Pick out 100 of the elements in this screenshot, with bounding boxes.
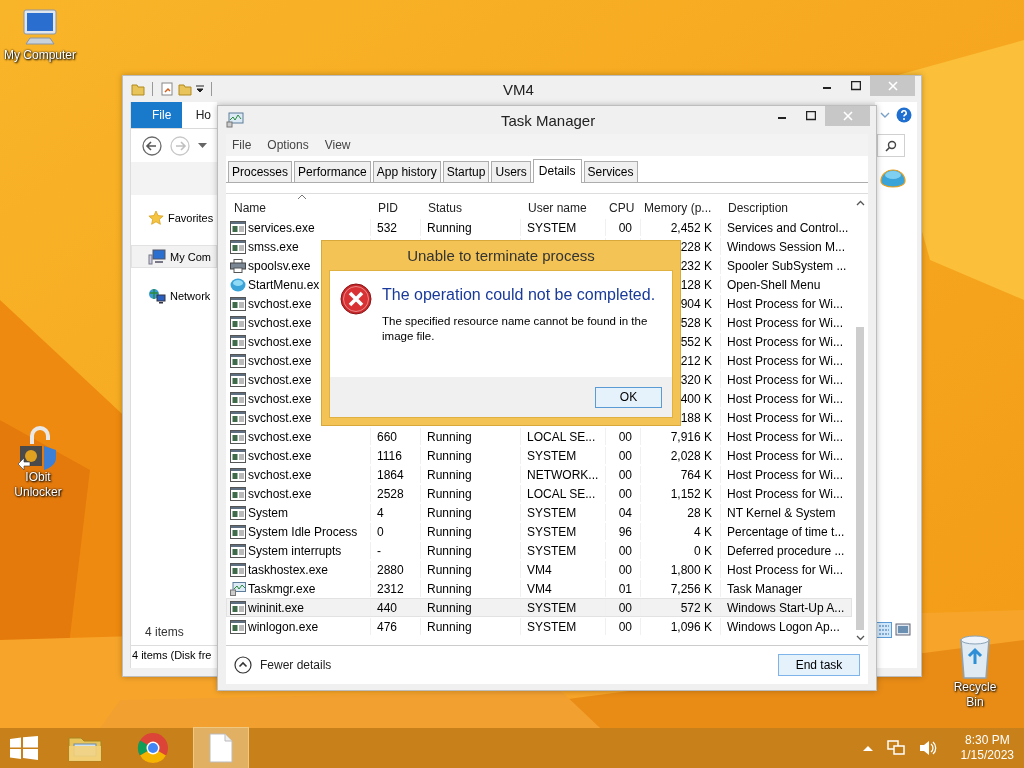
large-icons-view-icon[interactable]	[894, 622, 911, 638]
table-cell: 2,028 K	[670, 448, 712, 463]
process-row[interactable]: svchost.exe 1864 Running NETWORK... 00 764 K Host Process for Wi...	[226, 465, 852, 484]
app-window-icon	[230, 467, 246, 482]
table-cell: System	[248, 505, 288, 520]
ok-button[interactable]: OK	[595, 386, 662, 408]
table-cell: SYSTEM	[527, 543, 577, 558]
start-button[interactable]	[10, 736, 38, 760]
table-cell: Running	[427, 467, 472, 482]
properties-icon[interactable]	[160, 82, 174, 96]
tab[interactable]: Details	[532, 159, 582, 183]
table-cell: 00	[618, 543, 632, 558]
tab[interactable]: Services	[583, 161, 638, 182]
table-cell: 00	[618, 220, 632, 235]
search-field[interactable]	[877, 134, 905, 157]
table-cell: NETWORK...	[527, 467, 599, 482]
process-row[interactable]: taskhostex.exe 2880 Running VM4 00 1,800 K Host Process for Wi...	[226, 560, 852, 579]
table-cell: 764 K	[680, 467, 712, 482]
nav-pane-item[interactable]: My Com	[131, 245, 217, 268]
column-header[interactable]: Memory (p...	[640, 194, 720, 218]
table-cell: Host Process for Wi...	[727, 315, 844, 330]
tab[interactable]: Startup	[442, 161, 490, 182]
fewer-details-link[interactable]: Fewer details	[234, 656, 332, 674]
nav-pane-item[interactable]: Favorites	[131, 206, 217, 229]
forward-button[interactable]	[170, 135, 190, 156]
table-cell: Running	[427, 581, 472, 596]
column-header[interactable]: Description	[720, 194, 846, 218]
menu-item[interactable]: Options	[267, 138, 309, 152]
process-row[interactable]: svchost.exe 1116 Running SYSTEM 00 2,028 K Host Process for Wi...	[226, 446, 852, 465]
process-row[interactable]: services.exe 532 Running SYSTEM 00 2,452 K Services and Control...	[226, 218, 852, 237]
network-icon	[148, 287, 166, 304]
item-count: 4 items	[144, 625, 185, 641]
table-cell: 4	[377, 505, 384, 520]
process-row[interactable]: System interrupts - Running SYSTEM 00 0 K Deferred procedure ...	[226, 541, 852, 560]
table-cell: smss.exe	[248, 239, 299, 254]
column-header[interactable]: Status	[420, 194, 520, 218]
network-icon[interactable]	[886, 740, 905, 756]
table-cell: SYSTEM	[527, 524, 577, 539]
table-cell: 00	[618, 619, 632, 634]
tab[interactable]: Users	[491, 161, 531, 182]
menu-item[interactable]: File	[232, 138, 252, 152]
taskbar-app-button[interactable]	[194, 728, 248, 768]
close-icon	[842, 111, 853, 121]
table-cell: taskhostex.exe	[248, 562, 329, 577]
end-task-button[interactable]: End task	[778, 654, 860, 676]
column-header[interactable]: CPU	[605, 194, 640, 218]
chevron-icon[interactable]	[880, 111, 890, 119]
folder-icon	[68, 734, 102, 762]
menu-item[interactable]: View	[324, 138, 351, 152]
table-cell: 552 K	[680, 334, 712, 349]
process-row[interactable]: winlogon.exe 476 Running SYSTEM 00 1,096 K Windows Logon Ap...	[226, 617, 852, 636]
table-cell: Deferred procedure ...	[727, 543, 845, 558]
column-header[interactable]: PID	[370, 194, 420, 218]
printer-icon	[230, 258, 246, 273]
app-window-icon	[230, 562, 246, 577]
process-row[interactable]: svchost.exe 660 Running LOCAL SE... 00 7,916 K Host Process for Wi...	[226, 427, 852, 446]
folder-icon[interactable]	[131, 82, 145, 96]
process-row[interactable]: System 4 Running SYSTEM 04 28 K NT Kernel & System	[226, 503, 852, 522]
show-hidden-icons-button[interactable]	[862, 745, 873, 751]
nav-pane-item[interactable]: Network	[131, 284, 217, 307]
shell-orb-icon[interactable]	[880, 167, 906, 189]
process-row[interactable]: Taskmgr.exe 2312 Running VM4 01 7,256 K Task Manager	[226, 579, 852, 598]
recent-locations-icon[interactable]	[198, 142, 207, 149]
process-row[interactable]: System Idle Process 0 Running SYSTEM 96 4 K Percentage of time t...	[226, 522, 852, 541]
table-cell: Running	[427, 486, 472, 501]
app-window-icon	[230, 353, 246, 368]
help-icon[interactable]	[896, 107, 912, 123]
table-cell: 528 K	[680, 315, 712, 330]
document-icon	[209, 733, 233, 763]
tab[interactable]: Performance	[294, 161, 371, 182]
table-cell: 2,452 K	[670, 220, 712, 235]
table-cell: svchost.exe	[248, 334, 312, 349]
table-cell: Host Process for Wi...	[727, 562, 844, 577]
table-cell: Host Process for Wi...	[727, 410, 844, 425]
tab[interactable]: Processes	[228, 161, 293, 182]
volume-icon[interactable]	[918, 740, 937, 756]
table-cell: Open-Shell Menu	[727, 277, 821, 292]
close-icon	[887, 81, 898, 91]
table-cell: Running	[427, 562, 472, 577]
scroll-down-icon[interactable]	[855, 635, 865, 641]
ribbon-tab[interactable]: File	[131, 102, 182, 128]
app-window-icon	[230, 486, 246, 501]
search-icon	[885, 139, 897, 152]
process-row[interactable]: wininit.exe 440 Running SYSTEM 00 572 K Windows Start-Up A...	[226, 598, 852, 617]
tab[interactable]: App history	[372, 161, 441, 182]
column-header[interactable]: Name	[226, 194, 370, 218]
table-cell: 1864	[377, 467, 404, 482]
scroll-up-icon[interactable]	[855, 200, 865, 206]
column-header[interactable]: User name	[520, 194, 605, 218]
app-window-icon	[230, 543, 246, 558]
maximize-icon	[805, 111, 816, 121]
table-cell: 228 K	[680, 239, 712, 254]
dropdown-icon[interactable]	[196, 85, 204, 93]
process-row[interactable]: svchost.exe 2528 Running LOCAL SE... 00 1,152 K Host Process for Wi...	[226, 484, 852, 503]
back-button[interactable]	[142, 135, 162, 156]
shell-orb-icon	[230, 277, 246, 292]
table-cell: 00	[618, 562, 632, 577]
ribbon-tab[interactable]: Ho	[181, 102, 217, 128]
table-cell: -	[377, 543, 381, 558]
scrollbar-thumb[interactable]	[856, 327, 864, 630]
